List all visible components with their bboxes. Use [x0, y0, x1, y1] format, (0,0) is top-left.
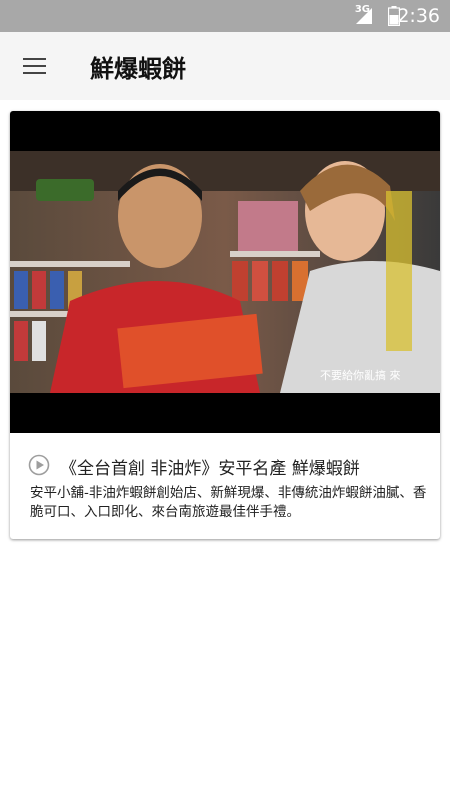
clock: 2:36 — [397, 5, 440, 27]
video-thumbnail[interactable]: 不要給你亂搞 來 — [10, 111, 440, 433]
status-bar: 3G 2:36 — [0, 0, 450, 32]
video-description: 安平小舖-非油炸蝦餅創始店、新鮮現爆、非傳統油炸蝦餅油膩、香脆可口、入口即化、來… — [30, 485, 427, 520]
app-bar: 鮮爆蝦餅 — [0, 32, 450, 100]
video-title-row[interactable]: 《全台首創 非油炸》安平名產 鮮爆蝦餅 — [28, 451, 428, 481]
video-title[interactable]: 《全台首創 非油炸》安平名產 鮮爆蝦餅 — [60, 454, 360, 479]
video-caption: 不要給你亂搞 來 — [320, 369, 401, 382]
play-circle-icon[interactable] — [28, 454, 50, 476]
signal-icon — [356, 8, 372, 24]
hamburger-menu-icon[interactable] — [14, 46, 56, 86]
video-frame-image — [10, 151, 440, 393]
video-card[interactable]: 不要給你亂搞 來 《全台首創 非油炸》安平名產 鮮爆蝦餅 安平小舖-非油炸蝦餅創… — [10, 111, 440, 539]
page-title: 鮮爆蝦餅 — [90, 55, 186, 83]
